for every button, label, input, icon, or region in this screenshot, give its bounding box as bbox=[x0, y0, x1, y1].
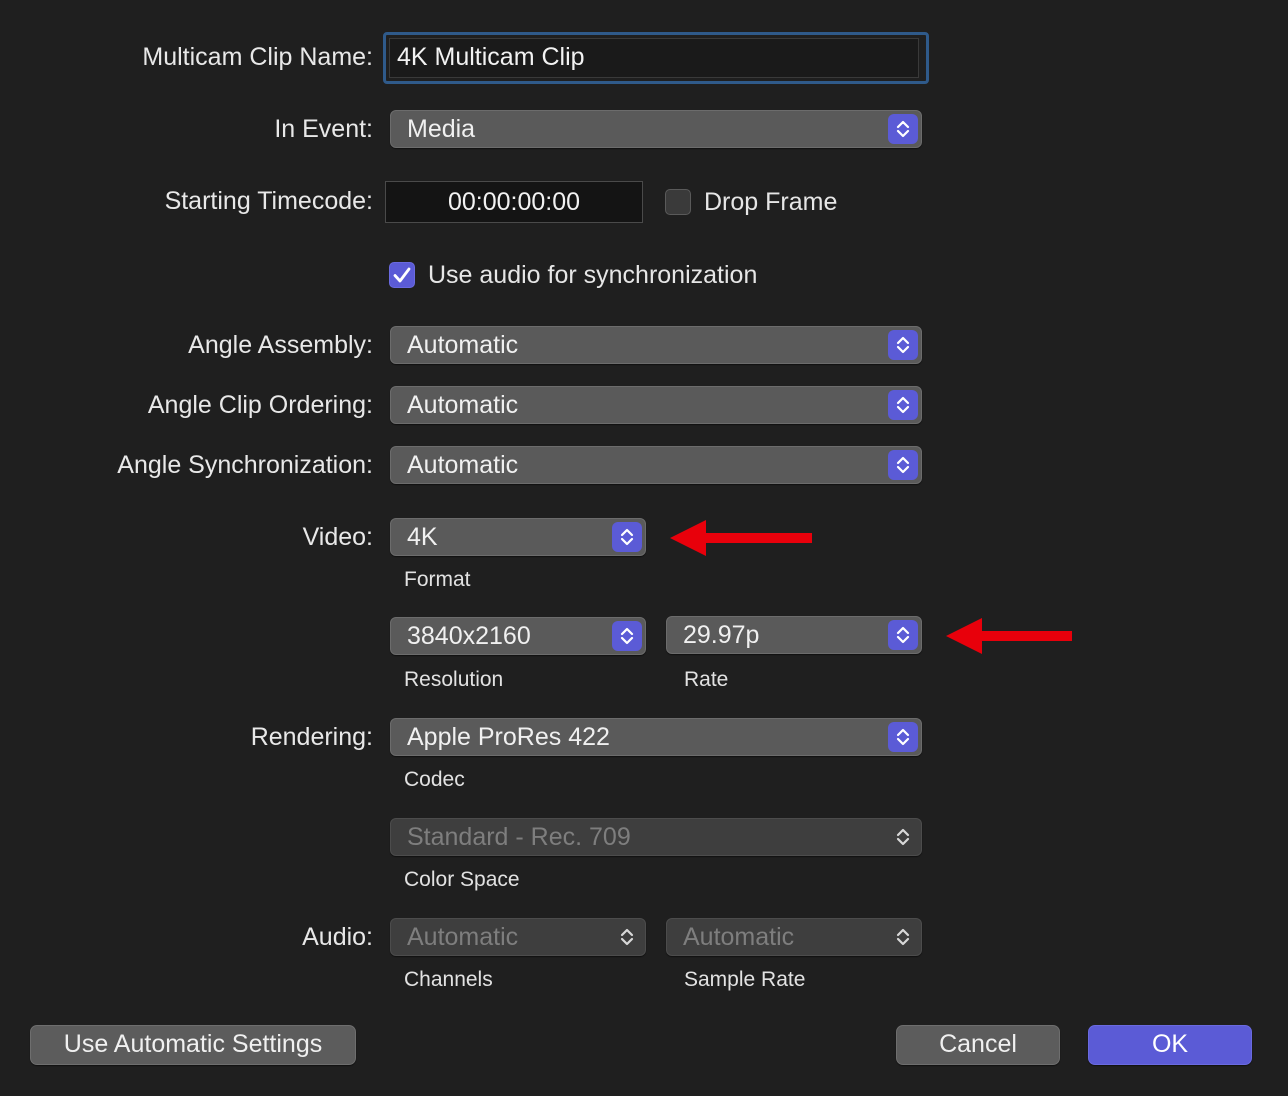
ok-button[interactable]: OK bbox=[1088, 1025, 1252, 1065]
updown-chevron-icon bbox=[888, 922, 918, 952]
updown-chevron-icon bbox=[612, 522, 642, 552]
updown-chevron-icon bbox=[888, 390, 918, 420]
clip-name-value: 4K Multicam Clip bbox=[397, 43, 585, 71]
video-format-popup[interactable]: 4K bbox=[390, 518, 646, 556]
checkmark-icon bbox=[393, 267, 411, 283]
updown-chevron-icon bbox=[888, 450, 918, 480]
video-format-value: 4K bbox=[407, 523, 438, 551]
updown-chevron-icon bbox=[888, 620, 918, 650]
codec-caption: Codec bbox=[404, 768, 465, 791]
updown-chevron-icon bbox=[612, 621, 642, 651]
resolution-caption: Resolution bbox=[404, 668, 504, 691]
angle-synchronization-label: Angle Synchronization: bbox=[117, 451, 373, 479]
updown-chevron-icon bbox=[888, 114, 918, 144]
updown-chevron-icon bbox=[612, 922, 642, 952]
angle-assembly-popup[interactable]: Automatic bbox=[390, 326, 922, 364]
angle-clip-ordering-popup[interactable]: Automatic bbox=[390, 386, 922, 424]
rate-value: 29.97p bbox=[683, 621, 760, 649]
angle-clip-ordering-value: Automatic bbox=[407, 391, 519, 419]
video-label: Video: bbox=[302, 523, 373, 551]
in-event-label: In Event: bbox=[274, 115, 373, 143]
format-caption: Format bbox=[404, 568, 471, 591]
angle-synchronization-value: Automatic bbox=[407, 451, 519, 479]
codec-popup[interactable]: Apple ProRes 422 bbox=[390, 718, 922, 756]
cancel-button[interactable]: Cancel bbox=[896, 1025, 1060, 1065]
red-arrow-annotation bbox=[946, 618, 1072, 654]
clip-name-label: Multicam Clip Name: bbox=[142, 43, 373, 71]
use-audio-sync-checkbox[interactable] bbox=[389, 262, 415, 288]
channels-popup: Automatic bbox=[390, 918, 646, 956]
channels-caption: Channels bbox=[404, 968, 493, 991]
updown-chevron-icon bbox=[888, 722, 918, 752]
starting-timecode-value: 00:00:00:00 bbox=[447, 188, 581, 216]
resolution-value: 3840x2160 bbox=[407, 622, 531, 650]
channels-value: Automatic bbox=[407, 923, 519, 951]
sample-rate-popup: Automatic bbox=[666, 918, 922, 956]
rendering-label: Rendering: bbox=[250, 723, 373, 751]
angle-synchronization-popup[interactable]: Automatic bbox=[390, 446, 922, 484]
drop-frame-label: Drop Frame bbox=[704, 188, 838, 216]
drop-frame-checkbox[interactable] bbox=[665, 189, 691, 215]
resolution-popup[interactable]: 3840x2160 bbox=[390, 617, 646, 655]
rate-caption: Rate bbox=[684, 668, 729, 691]
sample-rate-value: Automatic bbox=[683, 923, 795, 951]
angle-assembly-value: Automatic bbox=[407, 331, 519, 359]
red-arrow-annotation bbox=[670, 520, 812, 556]
updown-chevron-icon bbox=[888, 822, 918, 852]
angle-assembly-label: Angle Assembly: bbox=[188, 331, 373, 359]
use-audio-sync-label: Use audio for synchronization bbox=[428, 261, 758, 289]
in-event-value: Media bbox=[407, 115, 476, 143]
color-space-value: Standard - Rec. 709 bbox=[407, 823, 631, 851]
starting-timecode-field[interactable]: 00:00:00:00 bbox=[385, 181, 643, 223]
rate-popup[interactable]: 29.97p bbox=[666, 616, 922, 654]
angle-clip-ordering-label: Angle Clip Ordering: bbox=[147, 391, 373, 419]
audio-label: Audio: bbox=[302, 923, 373, 951]
sample-rate-caption: Sample Rate bbox=[684, 968, 806, 991]
color-space-popup: Standard - Rec. 709 bbox=[390, 818, 922, 856]
use-automatic-settings-button[interactable]: Use Automatic Settings bbox=[30, 1025, 356, 1065]
color-space-caption: Color Space bbox=[404, 868, 520, 891]
starting-timecode-label: Starting Timecode: bbox=[164, 187, 373, 215]
clip-name-field[interactable]: 4K Multicam Clip bbox=[389, 38, 919, 78]
updown-chevron-icon bbox=[888, 330, 918, 360]
codec-value: Apple ProRes 422 bbox=[407, 723, 610, 751]
in-event-popup[interactable]: Media bbox=[390, 110, 922, 148]
